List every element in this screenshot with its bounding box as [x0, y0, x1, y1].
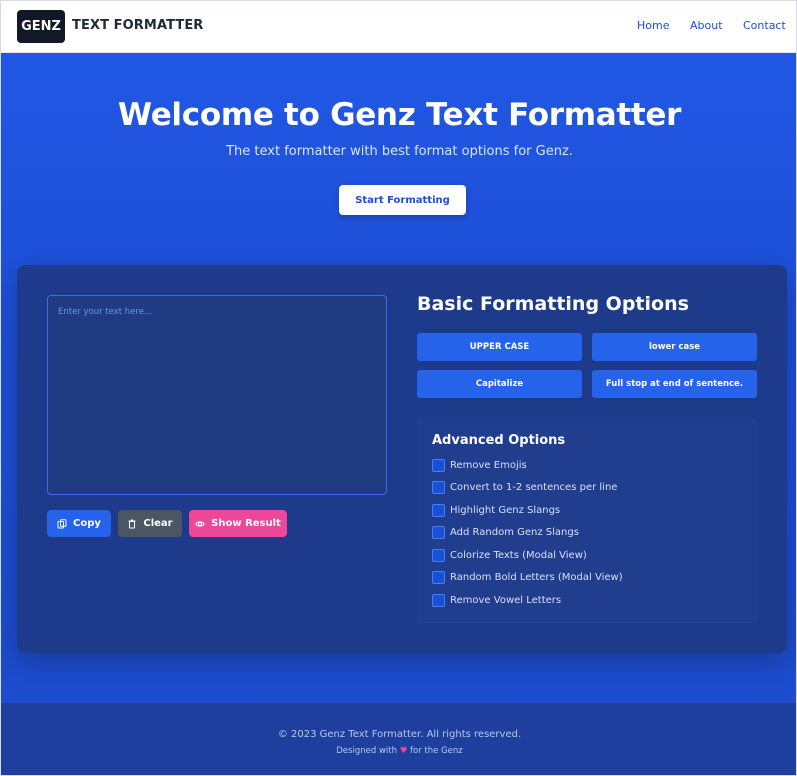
- option-label: Convert to 1-2 sentences per line: [450, 481, 618, 493]
- capitalize-button[interactable]: Capitalize: [417, 370, 582, 398]
- footer-designed-with: Designed with ♥ for the Genz: [1, 746, 796, 756]
- copy-button-label: Copy: [73, 518, 101, 529]
- option-label: Remove Emojis: [450, 459, 527, 471]
- navbar: GENZ TEXT FORMATTER Home About Contact: [1, 1, 796, 53]
- basic-options-title: Basic Formatting Options: [417, 293, 689, 315]
- lowercase-button[interactable]: lower case: [592, 333, 757, 361]
- checkbox[interactable]: [432, 458, 445, 472]
- designed-prefix: Designed with: [336, 746, 397, 756]
- eye-icon: [195, 520, 206, 527]
- nav-link-home[interactable]: Home: [637, 19, 669, 32]
- logo[interactable]: GENZ: [17, 10, 65, 43]
- page-frame: GENZ TEXT FORMATTER Home About Contact W…: [0, 0, 797, 776]
- option-remove-vowels[interactable]: Remove Vowel Letters: [432, 593, 561, 607]
- option-random-slangs[interactable]: Add Random Genz Slangs: [432, 525, 579, 539]
- clear-button[interactable]: Clear: [118, 510, 182, 537]
- copy-icon: [57, 518, 67, 528]
- nav-link-contact[interactable]: Contact: [743, 19, 786, 32]
- checkbox[interactable]: [432, 593, 445, 607]
- hero-title: Welcome to Genz Text Formatter: [117, 97, 682, 133]
- show-result-button-label: Show Result: [211, 518, 281, 529]
- hero-subtitle: The text formatter with best format opti…: [226, 144, 573, 159]
- option-random-bold[interactable]: Random Bold Letters (Modal View): [432, 570, 623, 584]
- text-input[interactable]: [47, 295, 387, 495]
- option-label: Random Bold Letters (Modal View): [450, 571, 623, 583]
- heart-icon: ♥: [399, 746, 408, 756]
- option-colorize-texts[interactable]: Colorize Texts (Modal View): [432, 548, 587, 562]
- nav-link-about[interactable]: About: [690, 19, 723, 32]
- checkbox[interactable]: [432, 503, 445, 517]
- checkbox[interactable]: [432, 548, 445, 562]
- clear-button-label: Clear: [143, 518, 173, 529]
- uppercase-button[interactable]: UPPER CASE: [417, 333, 582, 361]
- full-stop-button[interactable]: Full stop at end of sentence.: [592, 370, 757, 398]
- checkbox[interactable]: [432, 525, 445, 539]
- advanced-options-title: Advanced Options: [432, 433, 566, 448]
- option-label: Add Random Genz Slangs: [450, 526, 579, 538]
- show-result-button[interactable]: Show Result: [189, 510, 287, 537]
- start-formatting-button[interactable]: Start Formatting: [339, 185, 466, 215]
- brand-name: TEXT FORMATTER: [72, 18, 204, 33]
- designed-suffix: for the Genz: [410, 746, 463, 756]
- trash-icon: [128, 519, 136, 528]
- option-highlight-slangs[interactable]: Highlight Genz Slangs: [432, 503, 560, 517]
- footer-copyright: © 2023 Genz Text Formatter. All rights r…: [277, 729, 522, 740]
- copy-button[interactable]: Copy: [47, 510, 111, 537]
- option-sentences-per-line[interactable]: Convert to 1-2 sentences per line: [432, 480, 617, 494]
- checkbox[interactable]: [432, 480, 445, 494]
- option-label: Remove Vowel Letters: [450, 594, 562, 606]
- checkbox[interactable]: [432, 570, 445, 584]
- option-remove-emojis[interactable]: Remove Emojis: [432, 458, 527, 472]
- option-label: Highlight Genz Slangs: [450, 504, 561, 516]
- option-label: Colorize Texts (Modal View): [450, 549, 587, 561]
